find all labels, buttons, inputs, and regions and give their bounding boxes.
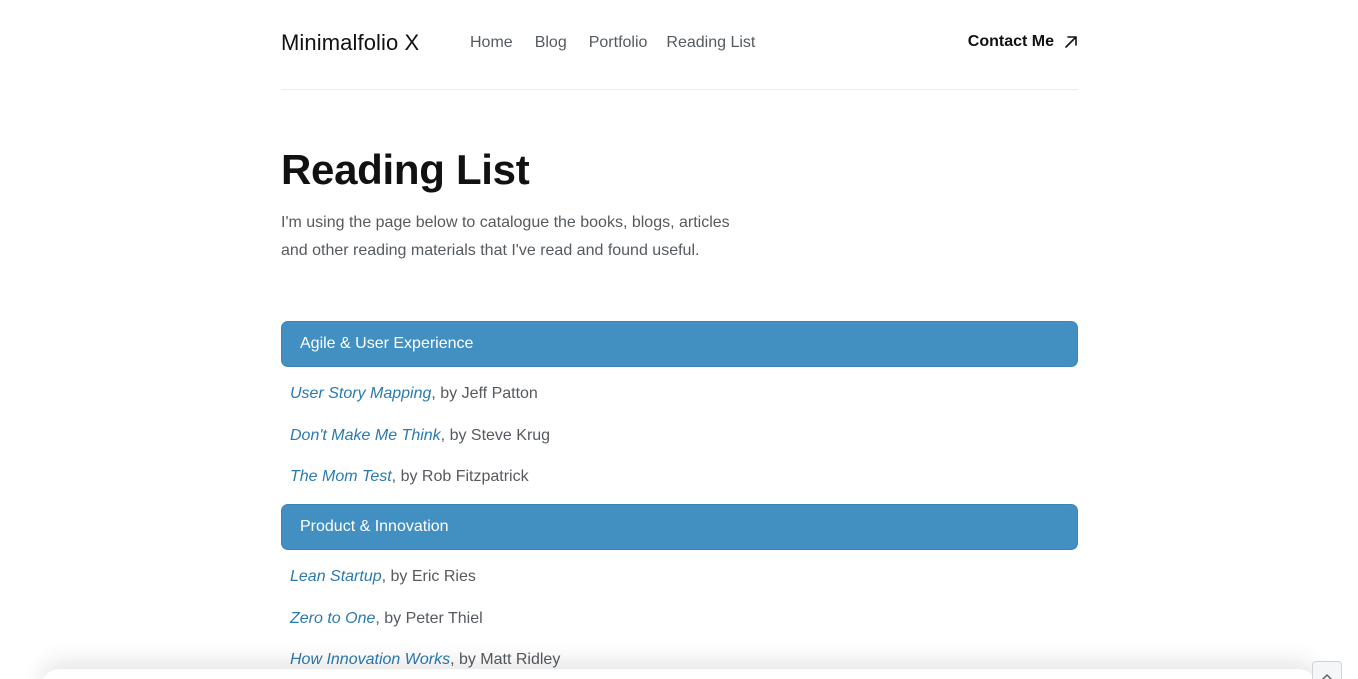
nav-portfolio[interactable]: Portfolio — [589, 34, 648, 52]
nav-blog[interactable]: Blog — [535, 34, 567, 52]
nav-reading-list[interactable]: Reading List — [666, 34, 755, 52]
list-item: The Mom Test, by Rob Fitzpatrick — [290, 468, 529, 486]
book-byline: , by Eric Ries — [381, 568, 476, 585]
book-byline: , by Peter Thiel — [375, 610, 483, 627]
book-byline: , by Matt Ridley — [450, 651, 561, 668]
list-item: Don't Make Me Think, by Steve Krug — [290, 427, 550, 445]
page: Minimalfolio X Home Blog Portfolio Readi… — [0, 0, 1358, 679]
list-item: How Innovation Works, by Matt Ridley — [290, 651, 560, 669]
site-header: Minimalfolio X Home Blog Portfolio Readi… — [281, 0, 1078, 90]
list-item: User Story Mapping, by Jeff Patton — [290, 385, 538, 403]
scroll-to-top-button[interactable] — [1312, 661, 1342, 679]
book-link[interactable]: User Story Mapping — [290, 385, 431, 402]
arrow-up-right-icon — [1064, 35, 1078, 49]
bottom-bar-shadow — [40, 669, 1318, 679]
page-title: Reading List — [281, 146, 530, 193]
chevron-up-icon — [1322, 667, 1332, 679]
book-link[interactable]: The Mom Test — [290, 468, 392, 485]
book-byline: , by Steve Krug — [440, 427, 551, 444]
list-item: Zero to One, by Peter Thiel — [290, 610, 483, 628]
book-link[interactable]: Zero to One — [290, 610, 375, 627]
page-intro: I'm using the page below to catalogue th… — [281, 214, 730, 259]
section-heading-agile-ux[interactable]: Agile & User Experience — [281, 321, 1078, 367]
main-nav: Home Blog Portfolio Reading List — [470, 34, 777, 52]
section-heading-product-innovation[interactable]: Product & Innovation — [281, 504, 1078, 550]
contact-me-link[interactable]: Contact Me — [968, 33, 1078, 51]
book-byline: , by Jeff Patton — [431, 385, 538, 402]
list-item: Lean Startup, by Eric Ries — [290, 568, 476, 586]
book-link[interactable]: Lean Startup — [290, 568, 382, 585]
book-link[interactable]: Don't Make Me Think — [290, 427, 441, 444]
content-container: Minimalfolio X Home Blog Portfolio Readi… — [281, 0, 1078, 668]
book-byline: , by Rob Fitzpatrick — [391, 468, 529, 485]
brand-logo[interactable]: Minimalfolio X — [281, 30, 419, 56]
contact-me-label: Contact Me — [967, 33, 1054, 50]
nav-home[interactable]: Home — [470, 34, 513, 52]
book-link[interactable]: How Innovation Works — [290, 651, 450, 668]
